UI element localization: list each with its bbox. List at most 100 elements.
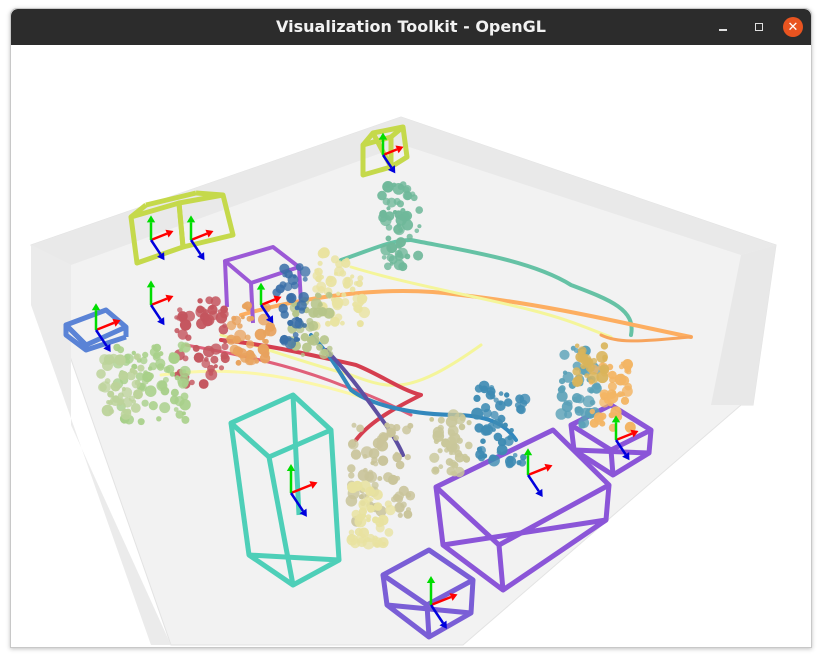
point-sphere — [466, 420, 472, 426]
point-sphere — [210, 355, 219, 364]
point-sphere — [263, 329, 271, 337]
point-sphere — [473, 394, 481, 402]
point-sphere — [379, 210, 387, 218]
point-sphere — [203, 357, 209, 362]
point-sphere — [438, 464, 444, 470]
point-sphere — [178, 347, 183, 353]
point-sphere — [180, 392, 189, 401]
point-sphere — [279, 281, 287, 289]
point-sphere — [575, 382, 580, 387]
point-sphere — [559, 349, 570, 360]
point-sphere — [413, 250, 424, 261]
point-sphere — [383, 472, 394, 483]
point-sphere — [133, 389, 143, 400]
point-sphere — [518, 459, 527, 467]
point-sphere — [429, 417, 435, 422]
point-sphere — [358, 498, 370, 511]
point-sphere — [358, 494, 364, 500]
point-sphere — [140, 356, 148, 365]
point-sphere — [130, 403, 141, 413]
point-sphere — [176, 315, 182, 321]
point-sphere — [254, 358, 260, 364]
point-sphere — [218, 324, 229, 335]
maximize-button[interactable] — [749, 17, 769, 37]
minimize-button[interactable] — [713, 17, 733, 37]
point-sphere — [377, 476, 383, 481]
point-sphere — [561, 401, 573, 413]
point-sphere — [374, 542, 380, 548]
point-sphere — [155, 358, 166, 369]
point-sphere — [608, 412, 615, 419]
point-sphere — [395, 214, 407, 226]
point-sphere — [223, 339, 228, 344]
point-sphere — [340, 320, 345, 326]
title-bar[interactable]: Visualization Toolkit - OpenGL ✕ — [11, 9, 811, 45]
point-sphere — [179, 319, 192, 331]
point-sphere — [380, 244, 392, 256]
point-sphere — [625, 368, 632, 375]
point-sphere — [497, 414, 506, 423]
point-sphere — [286, 293, 295, 302]
point-sphere — [615, 406, 621, 412]
point-sphere — [220, 309, 229, 319]
point-sphere — [300, 352, 305, 357]
point-sphere — [118, 370, 129, 381]
point-sphere — [302, 276, 308, 282]
point-sphere — [496, 450, 501, 455]
point-sphere — [292, 309, 300, 318]
point-sphere — [348, 439, 357, 448]
point-sphere — [249, 352, 256, 359]
point-sphere — [334, 313, 343, 322]
point-sphere — [414, 228, 420, 234]
point-sphere — [197, 298, 203, 304]
point-sphere — [213, 364, 218, 369]
point-sphere — [385, 183, 391, 188]
point-sphere — [99, 381, 111, 393]
close-button[interactable]: ✕ — [783, 17, 803, 37]
point-sphere — [562, 371, 574, 383]
point-sphere — [243, 301, 252, 311]
point-sphere — [395, 237, 406, 248]
point-sphere — [141, 399, 149, 407]
point-sphere — [504, 392, 510, 398]
point-sphere — [372, 461, 379, 467]
scene-canvas[interactable] — [11, 45, 811, 647]
point-sphere — [302, 323, 307, 328]
point-sphere — [393, 197, 401, 206]
point-sphere — [397, 247, 408, 259]
point-sphere — [355, 280, 363, 288]
point-sphere — [302, 342, 312, 353]
point-sphere — [356, 483, 361, 488]
point-sphere — [295, 263, 304, 271]
point-sphere — [342, 276, 354, 288]
point-sphere — [290, 317, 303, 329]
point-sphere — [192, 344, 200, 352]
point-sphere — [589, 399, 596, 406]
point-sphere — [600, 342, 609, 350]
point-sphere — [330, 255, 340, 264]
point-sphere — [478, 380, 490, 392]
point-sphere — [444, 447, 450, 453]
point-sphere — [325, 275, 337, 288]
point-sphere — [410, 194, 418, 202]
point-sphere — [325, 320, 331, 327]
point-sphere — [218, 365, 225, 371]
point-sphere — [502, 422, 508, 428]
point-sphere — [493, 397, 499, 403]
point-sphere — [327, 350, 334, 358]
point-sphere — [170, 388, 179, 397]
point-sphere — [99, 354, 110, 365]
point-sphere — [365, 486, 375, 497]
point-sphere — [574, 406, 584, 416]
point-sphere — [458, 423, 466, 431]
render-viewport[interactable] — [11, 45, 811, 647]
point-sphere — [574, 343, 580, 349]
point-sphere — [278, 303, 288, 314]
close-icon: ✕ — [787, 19, 799, 35]
point-sphere — [620, 396, 630, 405]
point-sphere — [202, 309, 209, 316]
point-sphere — [407, 422, 414, 429]
point-sphere — [602, 354, 608, 361]
point-sphere — [221, 343, 229, 351]
point-sphere — [298, 292, 310, 303]
